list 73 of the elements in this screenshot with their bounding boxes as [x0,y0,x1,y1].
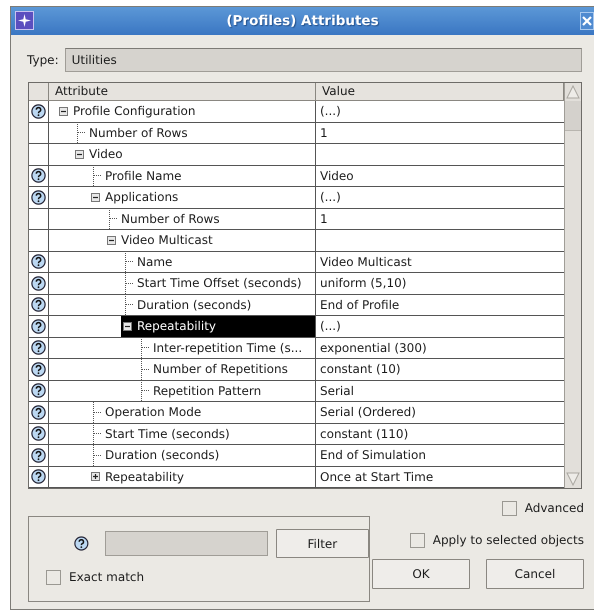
checkbox-label[interactable]: Apply to selected objects [432,531,584,549]
attribute-name: Profile Configuration [72,103,197,120]
attribute-name: Repeatability [136,318,218,336]
expand-icon[interactable] [91,472,100,482]
help-icon[interactable] [31,104,46,119]
collapse-icon[interactable] [75,150,84,159]
attribute-name: Start Time Offset (seconds) [136,275,303,292]
help-icon[interactable] [31,469,46,484]
help-icon[interactable] [31,383,46,398]
checkbox[interactable] [46,570,61,584]
filter-field[interactable] [104,531,268,556]
type-label: Type: [27,52,59,69]
column-header[interactable]: Attribute [49,83,316,100]
scroll-thumb[interactable] [565,101,581,131]
help-icon[interactable] [31,448,46,463]
attribute-name: Video Multicast [120,232,214,250]
checkbox[interactable] [502,500,517,516]
attribute-value[interactable]: Serial (Ordered) [320,405,416,419]
help-icon[interactable] [31,318,46,334]
attribute-value[interactable]: Video [320,168,354,182]
type-field: Utilities [64,48,582,72]
help-icon[interactable] [31,340,46,356]
collapse-icon[interactable] [59,106,68,116]
attribute-name: Repetition Pattern [152,382,262,400]
close-icon[interactable] [580,12,594,30]
collapse-icon[interactable] [123,322,132,331]
help-icon[interactable] [31,190,46,205]
attribute-value[interactable]: Once at Start Time [320,470,434,484]
attribute-value[interactable]: Serial [320,384,354,398]
attribute-name: Repeatability [104,468,186,486]
attribute-name: Profile Name [104,168,183,185]
collapse-icon[interactable] [91,192,100,202]
scrollbar[interactable] [564,83,581,488]
help-icon[interactable] [31,276,46,291]
ok-button[interactable]: OK [372,559,470,589]
help-icon[interactable] [31,254,46,270]
attribute-value[interactable]: constant (10) [320,362,401,376]
attribute-value[interactable]: (...) [320,319,341,333]
attribute-name: Number of Rows [88,124,189,142]
filter-button[interactable]: Filter [276,529,369,558]
help-icon[interactable] [74,536,89,551]
app-icon [15,11,34,30]
attribute-value[interactable]: 1 [320,126,328,140]
cancel-button[interactable]: Cancel [486,559,584,589]
attribute-name: Operation Mode [104,404,202,422]
attribute-name: Video [88,146,124,164]
window-title: (Profiles) Attributes [226,12,379,31]
attribute-name: Number of Repetitions [152,361,289,378]
attribute-value[interactable]: Video Multicast [320,254,412,268]
attribute-name: Number of Rows [120,210,221,228]
attribute-value[interactable]: End of Profile [320,298,400,312]
attribute-name: Duration (seconds) [104,447,220,464]
attribute-value[interactable]: (...) [320,104,341,118]
attribute-name: Inter-repetition Time (s... [152,340,304,357]
attribute-value[interactable]: exponential (300) [320,340,427,354]
checkbox[interactable] [410,532,425,548]
checkbox-label[interactable]: Exact match [69,568,144,586]
attribute-name: Start Time (seconds) [104,426,231,443]
help-icon[interactable] [31,426,46,442]
attribute-name: Duration (seconds) [136,296,252,314]
help-icon[interactable] [31,297,46,312]
help-icon[interactable] [31,404,46,420]
checkbox-label[interactable]: Advanced [524,499,584,517]
collapse-icon[interactable] [107,236,116,245]
attribute-value[interactable]: 1 [320,212,328,226]
help-icon[interactable] [31,362,46,377]
attribute-value[interactable]: uniform (5,10) [320,276,406,290]
help-icon[interactable] [31,168,46,184]
attribute-name: Name [136,254,174,271]
attribute-name: Applications [104,189,180,206]
attribute-value[interactable]: End of Simulation [320,448,426,462]
attribute-value[interactable]: constant (110) [320,426,408,440]
attribute-value[interactable]: (...) [320,190,341,204]
